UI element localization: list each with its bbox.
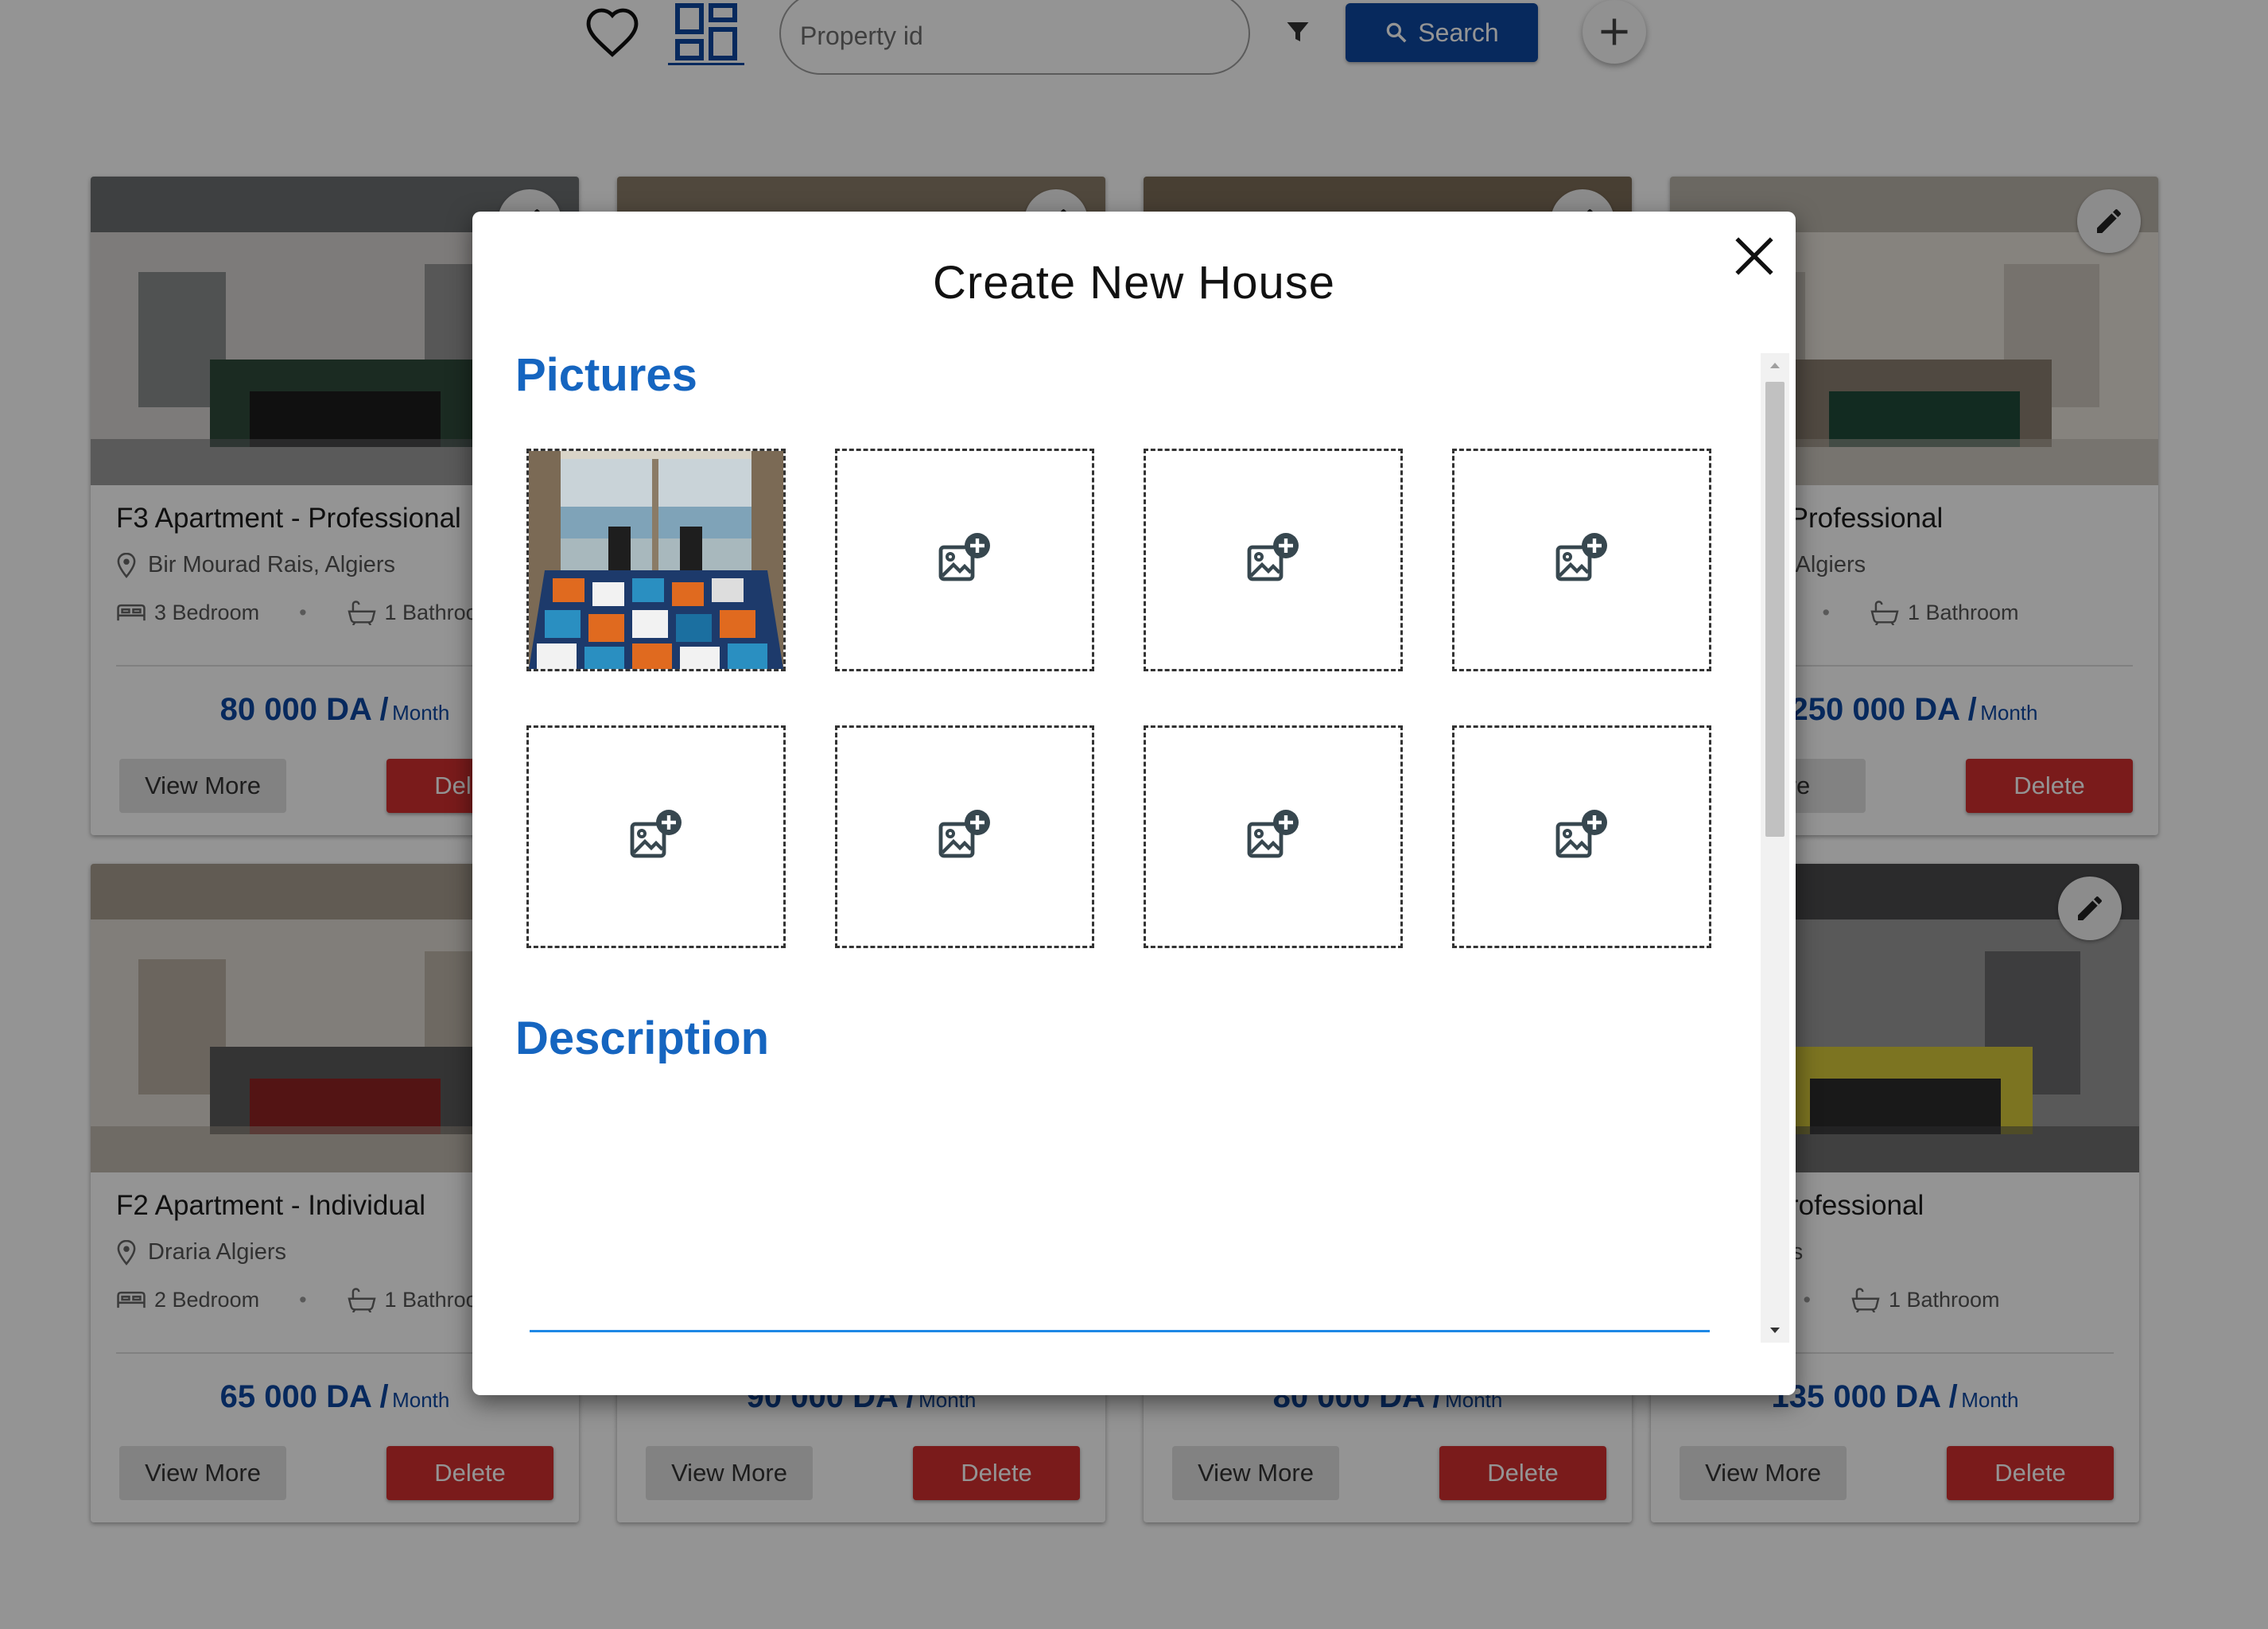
description-underline (530, 1330, 1710, 1332)
picture-slot-6[interactable] (835, 725, 1094, 948)
picture-slot-2[interactable] (835, 449, 1094, 671)
picture-slot-5[interactable] (526, 725, 786, 948)
modal-title: Create New House (933, 257, 1335, 309)
scroll-up-arrow-icon[interactable] (1761, 353, 1789, 377)
picture-slot-7[interactable] (1144, 725, 1403, 948)
add-image-icon (1247, 533, 1299, 581)
description-heading: Description (515, 1013, 770, 1064)
add-image-icon (1247, 810, 1299, 858)
scrollbar-thumb[interactable] (1765, 382, 1784, 837)
scroll-down-arrow-icon[interactable] (1761, 1319, 1789, 1343)
modal-scrollbar[interactable] (1761, 353, 1789, 1343)
add-image-icon (938, 533, 990, 581)
picture-slot-1[interactable] (526, 449, 786, 671)
picture-slot-8[interactable] (1452, 725, 1711, 948)
picture-slot-4[interactable] (1452, 449, 1711, 671)
add-image-icon (1555, 533, 1607, 581)
add-image-icon (630, 810, 682, 858)
create-house-modal: Create New House Pictures Description (472, 212, 1796, 1395)
add-image-icon (938, 810, 990, 858)
description-input[interactable] (530, 1094, 1713, 1328)
pictures-heading: Pictures (515, 349, 697, 401)
uploaded-picture (529, 451, 783, 669)
add-image-icon (1555, 810, 1607, 858)
picture-slot-3[interactable] (1144, 449, 1403, 671)
